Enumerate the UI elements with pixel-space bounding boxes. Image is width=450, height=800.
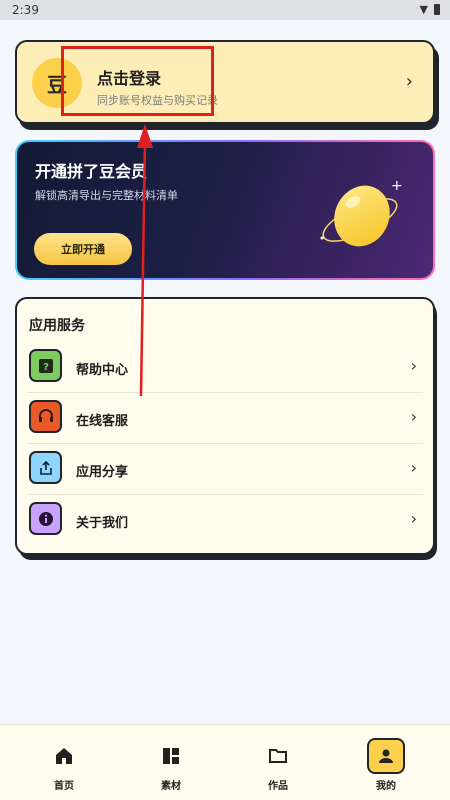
svg-text:?: ? — [43, 362, 49, 373]
service-item-share[interactable]: 应用分享 › — [27, 445, 423, 495]
chevron-right-icon: › — [405, 71, 413, 92]
nav-label: 首页 — [54, 781, 74, 792]
activate-button[interactable]: 立即开通 — [34, 233, 132, 265]
headset-icon — [29, 400, 62, 433]
chevron-right-icon: › — [410, 356, 417, 375]
service-label: 关于我们 — [76, 516, 129, 531]
bean-planet-icon: + — [320, 178, 403, 247]
services-title: 应用服务 — [29, 318, 85, 334]
banner-subtitle: 解锁高清导出与完整材料清单 — [35, 189, 178, 202]
nav-works[interactable]: 作品 — [233, 725, 323, 800]
share-icon — [29, 451, 62, 484]
service-label: 在线客服 — [76, 414, 129, 429]
home-icon — [50, 742, 78, 770]
bottom-nav: 首页 素材 作品 我的 — [0, 724, 450, 800]
dashboard-icon — [157, 742, 185, 770]
chevron-right-icon: › — [410, 509, 417, 528]
info-icon — [29, 502, 62, 535]
nav-label: 素材 — [161, 781, 181, 792]
service-item-help[interactable]: ? 帮助中心 › — [27, 343, 423, 393]
service-item-support[interactable]: 在线客服 › — [27, 394, 423, 444]
chevron-right-icon: › — [410, 407, 417, 426]
status-bar: 2:39 ▼ — [0, 0, 450, 20]
help-icon: ? — [29, 349, 62, 382]
status-time: 2:39 — [12, 3, 39, 17]
member-banner[interactable]: 开通拼了豆会员 解锁高清导出与完整材料清单 立即开通 + — [15, 140, 435, 280]
person-icon — [372, 742, 400, 770]
svg-text:+: + — [391, 178, 403, 194]
folder-icon — [264, 742, 292, 770]
services-card: 应用服务 ? 帮助中心 › 在线客服 › 应用分享 › 关于我们 › — [15, 297, 435, 555]
banner-title: 开通拼了豆会员 — [35, 162, 148, 181]
wifi-icon: ▼ — [419, 3, 428, 16]
nav-home[interactable]: 首页 — [19, 725, 109, 800]
nav-mine[interactable]: 我的 — [341, 725, 431, 800]
nav-label: 我的 — [376, 781, 396, 792]
nav-label: 作品 — [268, 781, 288, 792]
service-item-about[interactable]: 关于我们 › — [27, 496, 423, 546]
service-label: 应用分享 — [76, 465, 129, 480]
chevron-right-icon: › — [410, 458, 417, 477]
service-label: 帮助中心 — [76, 363, 129, 378]
highlight-box — [61, 46, 214, 116]
nav-materials[interactable]: 素材 — [126, 725, 216, 800]
battery-icon — [434, 4, 440, 15]
